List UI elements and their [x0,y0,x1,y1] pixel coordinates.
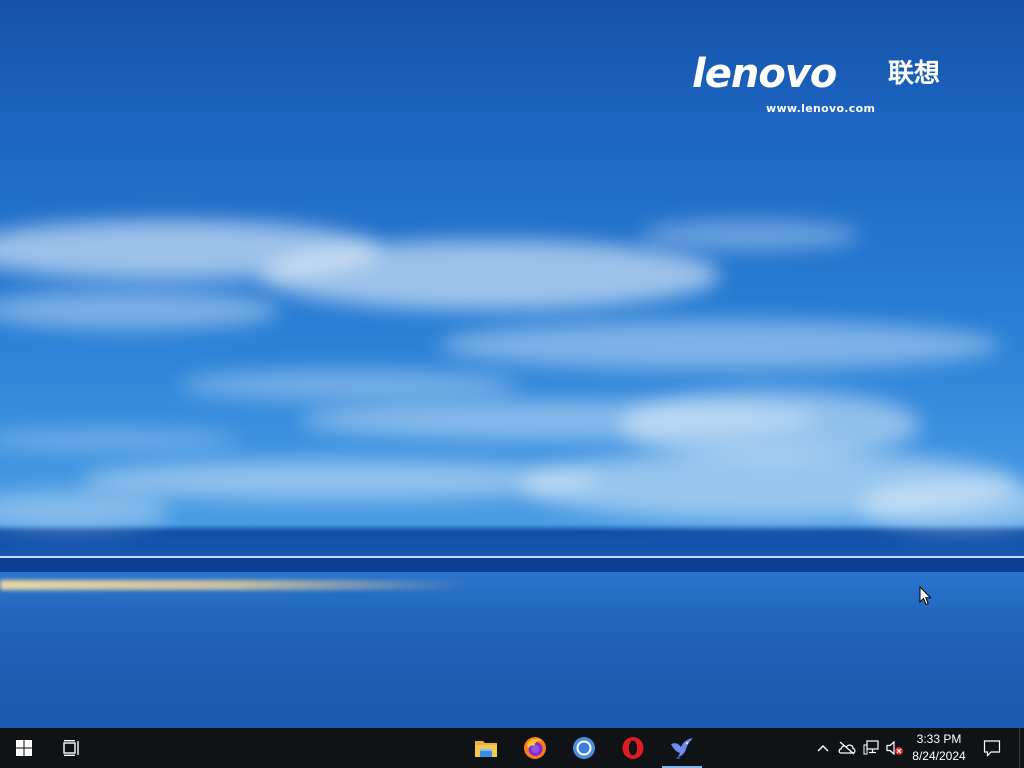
cloud [440,320,1000,370]
chevron-up-icon [817,745,829,752]
system-clock[interactable]: 3:33 PM 8/24/2024 [907,728,971,768]
brand-chinese-name: 联想 [888,59,941,89]
opera-button[interactable] [609,728,657,768]
clock-date: 8/24/2024 [912,749,966,763]
action-center-button[interactable] [976,728,1008,768]
cloud [860,480,1024,530]
show-hidden-icons-button[interactable] [811,728,835,768]
sea-horizon [0,558,1024,572]
cloud [180,370,520,400]
cloud [0,290,280,330]
start-button[interactable] [0,728,48,768]
brand-url: www.lenovo.com [766,102,876,115]
windows-start-icon [16,740,32,756]
firefox-button[interactable] [511,728,559,768]
cloud [260,240,720,310]
volume-tray-button[interactable] [883,728,907,768]
brand-wordmark: lenovo [692,51,837,97]
taskbar: 3:33 PM 8/24/2024 [0,728,1024,768]
action-center-icon [983,740,1001,757]
volume-muted-icon [886,740,903,756]
cloud [0,490,170,530]
network-icon [863,740,879,755]
cloud [0,430,240,450]
task-view-button[interactable] [48,728,96,768]
chrome-icon [573,737,595,759]
onedrive-tray-button[interactable] [835,728,859,768]
sea [0,572,1024,728]
firefox-icon [524,737,546,759]
desktop-wallpaper[interactable]: lenovo 联想 www.lenovo.com [0,0,1024,728]
show-desktop-button[interactable] [1019,728,1024,768]
onedrive-icon [838,741,856,755]
mouse-cursor-icon [919,586,932,606]
network-tray-button[interactable] [859,728,883,768]
opera-icon [622,737,644,759]
folder-icon [475,741,497,757]
bird-app-button[interactable] [658,728,706,768]
clock-time: 3:33 PM [916,732,962,746]
chrome-button[interactable] [560,728,608,768]
file-explorer-button[interactable] [462,728,510,768]
lenovo-logo: lenovo 联想 www.lenovo.com [692,54,972,124]
task-view-icon [63,740,79,756]
bird-icon [671,738,693,759]
cloud [640,220,860,250]
sand-streak [0,580,470,590]
